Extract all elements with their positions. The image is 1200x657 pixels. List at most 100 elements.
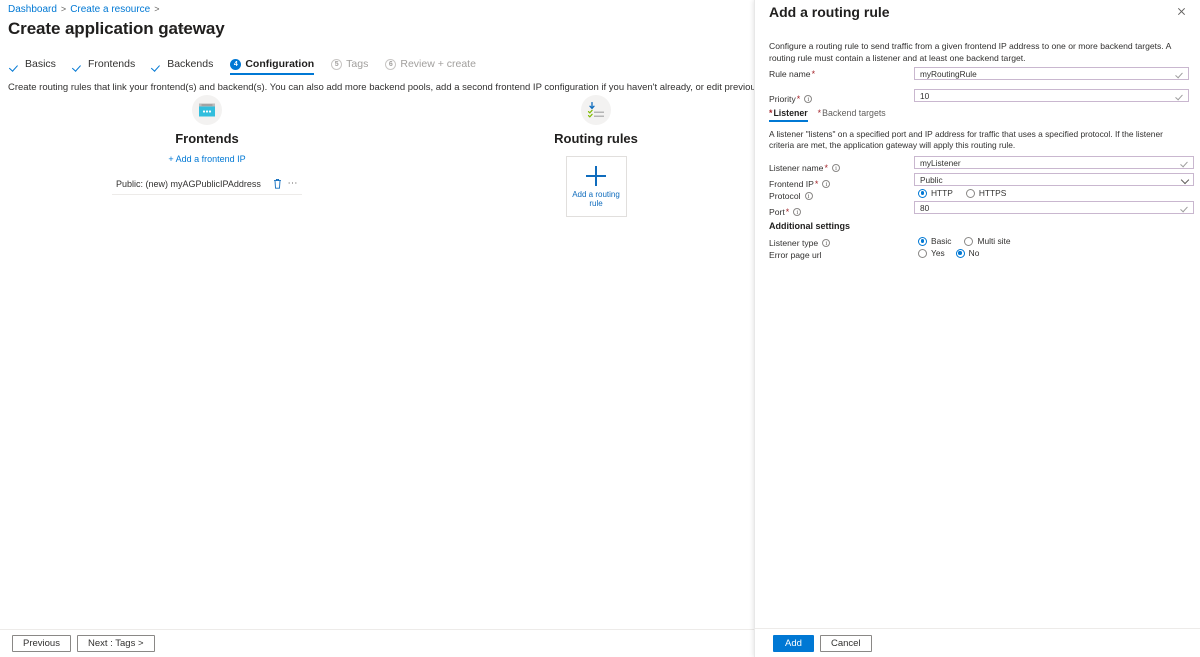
- port-input[interactable]: 80: [914, 201, 1194, 214]
- listener-type-option-multi-site-label: Multi site: [977, 236, 1011, 246]
- port-value: 80: [920, 202, 930, 213]
- tab-backends[interactable]: Backends: [152, 58, 222, 75]
- page-title: Create application gateway: [8, 19, 225, 38]
- protocol-radio-group: HTTP HTTPS: [918, 188, 1193, 198]
- tab-tags[interactable]: 5 Tags: [331, 58, 377, 75]
- routing-rules-heading: Routing rules: [554, 131, 638, 146]
- info-icon[interactable]: [831, 163, 840, 174]
- page-more-menu-icon[interactable]: ⋯: [173, 21, 186, 35]
- required-marker: *: [817, 108, 822, 118]
- add-button[interactable]: Add: [773, 634, 814, 652]
- error-page-url-option-no[interactable]: No: [955, 248, 979, 258]
- pane-description: Configure a routing rule to send traffic…: [769, 41, 1171, 63]
- tab-backends-label: Backends: [167, 58, 214, 70]
- tab-review-create[interactable]: 6 Review + create: [385, 58, 485, 75]
- routing-rules-column: Routing rules Add a routing rule: [491, 95, 701, 217]
- rule-name-input[interactable]: myRoutingRule: [914, 67, 1189, 80]
- required-marker: *: [769, 108, 773, 118]
- subtab-backend-targets[interactable]: *Backend targets: [818, 108, 886, 122]
- wizard-step-tabs: Basics Frontends Backends 4 Configuratio…: [10, 58, 493, 75]
- checkmark-icon: [1181, 204, 1189, 212]
- radio-dot: [964, 236, 974, 246]
- subtab-backend-targets-label: Backend targets: [822, 108, 886, 118]
- radio-dot: [918, 236, 927, 246]
- browser-window-icon-svg: [199, 103, 215, 116]
- tab-basics-label: Basics: [25, 58, 56, 70]
- port-label: Port*: [769, 207, 802, 218]
- close-icon[interactable]: [1174, 4, 1188, 18]
- configuration-canvas: Frontends + Add a frontend IP Public: (n…: [0, 95, 754, 615]
- add-routing-rule-label-line2: rule: [589, 199, 603, 208]
- azure-portal-screen: Dashboard > Create a resource > Create appl…: [0, 0, 1200, 657]
- add-routing-rule-label: Add a routing rule: [572, 190, 620, 208]
- info-icon[interactable]: [804, 94, 813, 105]
- plus-icon: [585, 165, 607, 187]
- protocol-option-https[interactable]: HTTPS: [965, 188, 1007, 198]
- info-icon[interactable]: [822, 238, 831, 249]
- chevron-down-icon: [1180, 175, 1189, 184]
- listener-name-value: myListener: [920, 157, 961, 168]
- frontend-ip-row[interactable]: Public: (new) myAGPublicIPAddress ⋯: [112, 173, 302, 195]
- protocol-option-https-label: HTTPS: [978, 188, 1007, 198]
- required-marker: *: [796, 94, 801, 104]
- ellipsis-icon[interactable]: ⋯: [288, 178, 299, 188]
- browser-window-icon: [192, 95, 222, 125]
- required-marker: *: [824, 163, 828, 173]
- subtab-listener[interactable]: *Listener: [769, 108, 808, 122]
- protocol-option-http[interactable]: HTTP: [918, 188, 953, 198]
- tab-basics[interactable]: Basics: [10, 58, 65, 75]
- frontends-heading: Frontends: [175, 131, 239, 146]
- error-page-url-label: Error page url: [769, 250, 822, 260]
- listener-type-option-basic-label: Basic: [931, 236, 952, 246]
- frontends-column: Frontends + Add a frontend IP Public: (n…: [102, 95, 312, 195]
- step-number-badge: 6: [385, 58, 397, 70]
- check-icon: [73, 59, 84, 70]
- rule-name-label: Rule name*: [769, 69, 816, 79]
- frontend-ip-value: Public: [920, 174, 943, 185]
- error-page-url-option-yes-label: Yes: [931, 248, 945, 258]
- step-number-badge: 5: [331, 58, 343, 70]
- frontend-ip-label: Frontend IP*: [769, 179, 831, 190]
- breadcrumb-separator-2: >: [154, 4, 160, 14]
- breadcrumb-item-dashboard[interactable]: Dashboard: [8, 4, 57, 15]
- add-routing-rule-pane: Add a routing rule Configure a routing r…: [754, 0, 1200, 657]
- check-icon: [10, 59, 21, 70]
- add-frontend-ip-link[interactable]: + Add a frontend IP: [102, 153, 312, 165]
- tab-tags-label: Tags: [346, 58, 369, 70]
- tab-configuration-label: Configuration: [245, 58, 315, 70]
- add-routing-rule-card[interactable]: Add a routing rule: [565, 156, 627, 217]
- previous-button[interactable]: Previous: [12, 635, 71, 652]
- next-tags-button[interactable]: Next : Tags >: [76, 635, 155, 652]
- info-icon[interactable]: [804, 191, 813, 202]
- tab-configuration[interactable]: 4 Configuration: [230, 58, 323, 75]
- check-icon: [152, 59, 163, 70]
- breadcrumb: Dashboard > Create a resource >: [8, 3, 164, 16]
- info-icon[interactable]: [793, 207, 802, 218]
- protocol-option-http-label: HTTP: [931, 188, 953, 198]
- listener-type-option-multi-site[interactable]: Multi site: [964, 236, 1011, 246]
- rule-name-value: myRoutingRule: [920, 68, 977, 79]
- radio-dot: [955, 248, 965, 258]
- trash-icon[interactable]: [273, 178, 282, 189]
- tab-review-create-label: Review + create: [400, 58, 476, 70]
- frontend-ip-dropdown[interactable]: Public: [914, 173, 1194, 186]
- checkmark-icon: [1181, 159, 1189, 167]
- cancel-button[interactable]: Cancel: [820, 634, 872, 652]
- routing-rules-icon: [581, 95, 611, 125]
- blade-description: Create routing rules that link your fron…: [8, 82, 754, 93]
- info-icon[interactable]: [822, 179, 831, 190]
- tab-frontends[interactable]: Frontends: [73, 58, 144, 75]
- error-page-url-radio-group: Yes No: [918, 248, 1193, 258]
- pane-title: Add a routing rule: [769, 4, 890, 20]
- blade-footer: Previous Next : Tags >: [0, 629, 754, 657]
- create-application-gateway-blade: Dashboard > Create a resource > Create appl…: [0, 0, 754, 657]
- frontend-ip-name: Public: (new) myAGPublicIPAddress: [116, 178, 261, 189]
- listener-name-input[interactable]: myListener: [914, 156, 1194, 169]
- priority-input[interactable]: 10: [914, 89, 1189, 102]
- required-marker: *: [785, 207, 790, 217]
- listener-description: A listener "listens" on a specified port…: [769, 129, 1163, 150]
- error-page-url-option-yes[interactable]: Yes: [918, 248, 945, 258]
- pane-subtabs: *Listener *Backend targets: [769, 108, 886, 122]
- listener-type-option-basic[interactable]: Basic: [918, 236, 951, 246]
- breadcrumb-item-create-a-resource[interactable]: Create a resource: [70, 4, 150, 15]
